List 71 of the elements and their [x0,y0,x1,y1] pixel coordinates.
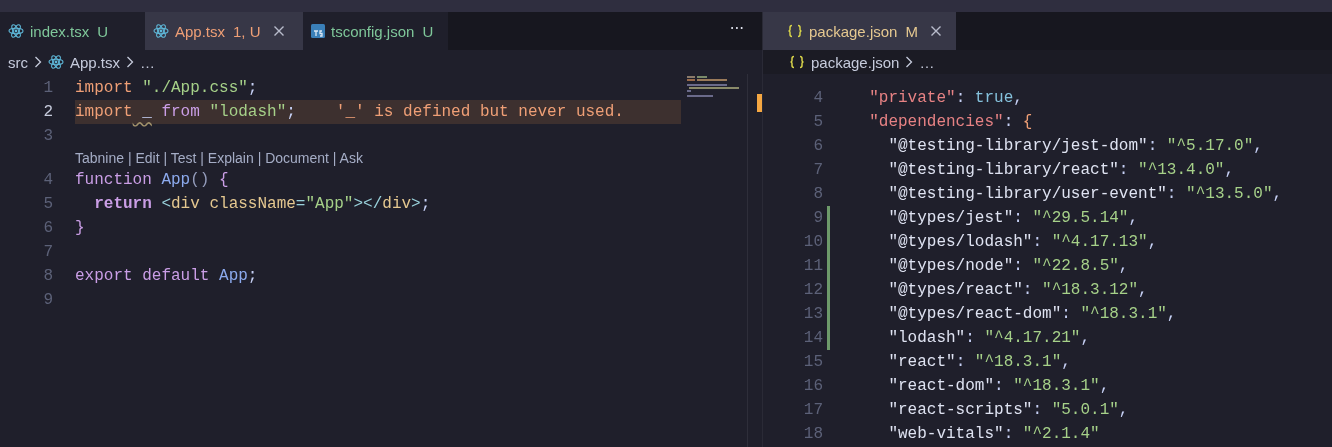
git-status-label: M [905,22,918,40]
line-number: 3 [43,127,54,145]
inline-warning-message: '_' is defined but never used. [335,103,624,121]
line-number: 5 [43,195,54,213]
git-status-label: 1, U [233,22,261,40]
editor-tab[interactable]: App.tsx 1, U [145,12,303,50]
line-number: 8 [813,185,824,203]
atom-icon [8,23,24,39]
line-number: 2 [43,103,54,121]
code-line: "@types/jest": "^29.5.14", [887,209,1139,227]
code-line: "@testing-library/react": "^13.4.0", [887,161,1235,179]
warning-marker [757,94,762,112]
code-line: "react-scripts": "5.0.1", [887,401,1129,419]
braces-icon [787,23,803,39]
line-number: 13 [803,305,824,323]
code-line: function App() { [75,171,229,189]
code-line: export default App; [75,267,258,285]
git-status-label: U [97,22,109,40]
line-number: 4 [43,171,54,189]
chevron-icon [34,56,42,68]
line-number: 16 [803,377,824,395]
line-number: 18 [803,425,824,443]
more-actions-button[interactable]: ··· [711,20,762,42]
line-number: 8 [43,267,54,285]
line-number: 4 [813,89,824,107]
code-line: "@testing-library/user-event": "^13.5.0", [887,185,1283,203]
line-number: 9 [813,209,824,227]
codelens-actions[interactable]: Tabnine | Edit | Test | Explain | Document | Ask [75,150,363,166]
breadcrumb-item[interactable]: … [140,53,156,71]
line-number: 9 [43,291,54,309]
git-status-label: U [422,22,434,40]
line-number: 17 [803,401,824,419]
file-type-icon [311,24,325,38]
line-number: 7 [813,161,824,179]
chevron-icon [126,56,135,68]
line-number: 14 [803,329,824,347]
code-line: } [75,219,85,237]
breadcrumb-item[interactable]: … [919,53,935,71]
close-icon [272,25,285,37]
atom-icon [48,54,64,70]
code-line: import "./App.css"; [75,79,258,97]
code-line: "@types/react": "^18.3.12", [887,281,1148,299]
code-line: "react-dom": "^18.3.1", [887,377,1110,395]
chevron-icon [905,56,914,68]
code-line: "@testing-library/jest-dom": "^5.17.0", [887,137,1263,155]
editor-tab[interactable]: package.json M [763,12,956,50]
code-line: return <div className="App"></div>; [93,195,431,213]
line-number: 11 [803,257,824,275]
code-line: "react": "^18.3.1", [887,353,1071,371]
code-line: import _ from "lodash"; [75,103,296,121]
breadcrumb-item[interactable]: package.json [789,53,900,71]
code-line: "web-vitals": "^2.1.4" [887,425,1100,443]
line-number: 6 [43,219,54,237]
code-line: "@types/lodash": "^4.17.13", [887,233,1158,251]
line-number: 12 [803,281,824,299]
code-line: "@types/react-dom": "^18.3.1", [887,305,1177,323]
line-number: 10 [803,233,824,251]
close-icon [929,25,942,37]
line-number: 7 [43,243,54,261]
code-line: "@types/node": "^22.8.5", [887,257,1129,275]
line-number: 15 [803,353,824,371]
line-number: 6 [813,137,824,155]
breadcrumb-item[interactable]: src [8,53,28,71]
line-number: 5 [813,113,824,131]
breadcrumb-item[interactable]: App.tsx [48,53,121,71]
code-line: "dependencies": { [868,113,1033,131]
code-line: "lodash": "^4.17.21", [887,329,1091,347]
code-line: "private": true, [868,89,1023,107]
braces-icon [789,54,805,70]
atom-icon [153,23,169,39]
line-number: 1 [43,79,54,97]
